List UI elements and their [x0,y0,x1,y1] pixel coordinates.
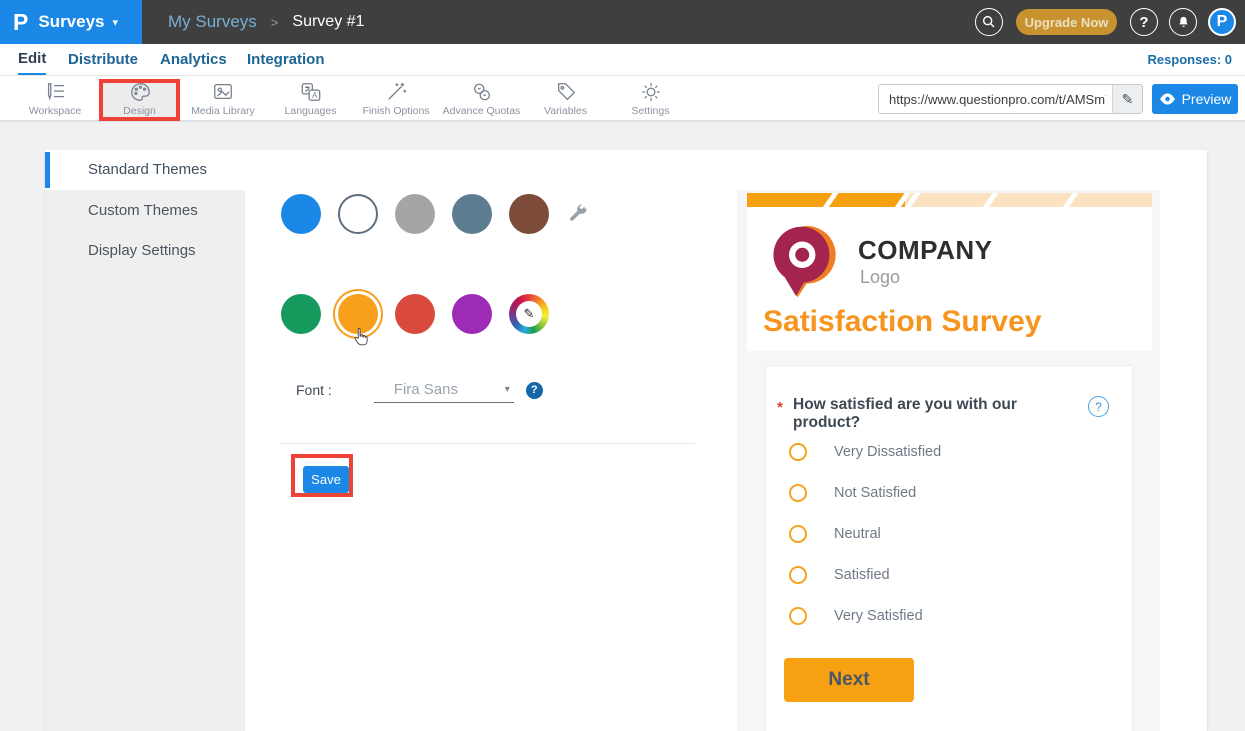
bell-icon[interactable] [1169,8,1197,36]
custom-color-wheel[interactable]: ✎ [509,294,549,334]
design-card: Standard Themes Custom Themes Display Se… [45,150,1207,731]
tag-icon [554,81,578,103]
option-satisfied[interactable]: Satisfied [766,566,1132,586]
toolbar-workspace[interactable]: Workspace [12,78,98,120]
swatch-slate[interactable] [452,194,492,234]
toolbar-languages[interactable]: A Languages [268,78,353,120]
toolbar-settings[interactable]: Settings [608,78,693,120]
tab-analytics[interactable]: Analytics [160,44,227,75]
option-very-dissatisfied[interactable]: Very Dissatisfied [766,443,1132,463]
responses-count[interactable]: Responses: 0 [1147,44,1232,75]
top-navbar: P Surveys ▾ My Surveys > Survey #1 Upgra… [0,0,1245,44]
theme-banner [747,193,1152,207]
magic-wand-icon [384,81,408,103]
company-name: COMPANY [858,235,992,266]
survey-title: Satisfaction Survey [763,305,1041,339]
swatch-green[interactable] [281,294,321,334]
option-very-satisfied[interactable]: Very Satisfied [766,607,1132,627]
divider [280,443,695,444]
breadcrumb: My Surveys > Survey #1 [168,0,364,44]
survey-section-tabs: Edit Distribute Analytics Integration Re… [0,44,1245,76]
company-subtitle: Logo [860,267,900,288]
option-not-satisfied[interactable]: Not Satisfied [766,484,1132,504]
edit-toolbar: Workspace Design Media Library A Languag… [0,76,1245,122]
save-highlight-annotation: Save [291,454,353,497]
survey-preview-panel: COMPANY Logo Satisfaction Survey * How s… [737,190,1160,731]
questionpro-logo-icon: P [13,9,28,36]
tab-distribute[interactable]: Distribute [68,44,138,75]
font-label: Font : [296,382,332,398]
eye-icon [1159,92,1176,106]
chevron-down-icon: ▾ [505,384,510,395]
radio-icon[interactable] [789,525,807,543]
help-icon[interactable]: ? [1130,8,1158,36]
swatch-gray[interactable] [395,194,435,234]
share-url-input[interactable] [879,85,1112,113]
sidebar-item-display-settings[interactable]: Display Settings [45,230,245,270]
toolbar-variables[interactable]: Variables [523,78,608,120]
next-button[interactable]: Next [784,658,914,702]
font-value: Fira Sans [394,381,458,398]
wrench-icon[interactable] [567,203,589,230]
image-icon [211,81,235,103]
toolbar-media-library[interactable]: Media Library [178,78,268,120]
brand-menu[interactable]: P Surveys ▾ [0,0,142,44]
design-page: Standard Themes Custom Themes Display Se… [0,122,1245,731]
radio-icon[interactable] [789,443,807,461]
account-logo-icon[interactable]: P [1208,8,1236,36]
translate-icon: A [299,81,323,103]
swatch-white[interactable] [338,194,378,234]
color-picker-pencil-icon: ✎ [516,301,542,327]
save-button[interactable]: Save [303,466,349,493]
workspace-icon [43,81,67,103]
search-icon[interactable] [975,8,1003,36]
radio-icon[interactable] [789,566,807,584]
breadcrumb-current-survey: Survey #1 [292,13,364,31]
toolbar-finish-options[interactable]: Finish Options [350,78,442,120]
swatch-brown[interactable] [509,194,549,234]
toolbar-design[interactable]: Design [103,78,176,120]
swatch-red[interactable] [395,294,435,334]
active-indicator [45,152,50,188]
preview-header-card: COMPANY Logo Satisfaction Survey [747,193,1152,351]
option-neutral[interactable]: Neutral [766,525,1132,545]
links-icon [470,81,494,103]
font-row: Font : Fira Sans ▾ ? [296,375,543,405]
question-help-icon[interactable]: ? [1088,396,1109,417]
swatch-blue[interactable] [281,194,321,234]
palette-icon [128,81,152,103]
toolbar-advance-quotas[interactable]: Advance Quotas [434,78,529,120]
required-marker: * [777,399,783,416]
sidebar-item-standard-themes[interactable]: Standard Themes [45,150,1207,190]
swatch-purple[interactable] [452,294,492,334]
radio-icon[interactable] [789,607,807,625]
tab-edit[interactable]: Edit [18,44,46,75]
gear-icon [639,81,663,103]
font-select[interactable]: Fira Sans ▾ [374,377,514,403]
breadcrumb-separator: > [271,15,279,30]
font-help-icon[interactable]: ? [526,382,543,399]
radio-icon[interactable] [789,484,807,502]
upgrade-now-button[interactable]: Upgrade Now [1016,9,1117,35]
chevron-down-icon: ▾ [113,16,119,29]
question-text: How satisfied are you with our product? [793,396,1078,432]
brand-label: Surveys [38,12,104,32]
cursor-hand-icon [350,326,372,350]
share-url-field: ✎ [878,84,1143,114]
themes-sidebar: Custom Themes Display Settings [45,190,245,731]
sidebar-item-custom-themes[interactable]: Custom Themes [45,190,245,230]
svg-text:A: A [312,91,318,100]
preview-button[interactable]: Preview [1152,84,1238,114]
company-logo-icon [768,222,838,305]
question-card: * How satisfied are you with our product… [765,365,1133,731]
edit-url-icon[interactable]: ✎ [1112,85,1142,113]
breadcrumb-my-surveys[interactable]: My Surveys [168,12,257,32]
tab-integration[interactable]: Integration [247,44,325,75]
